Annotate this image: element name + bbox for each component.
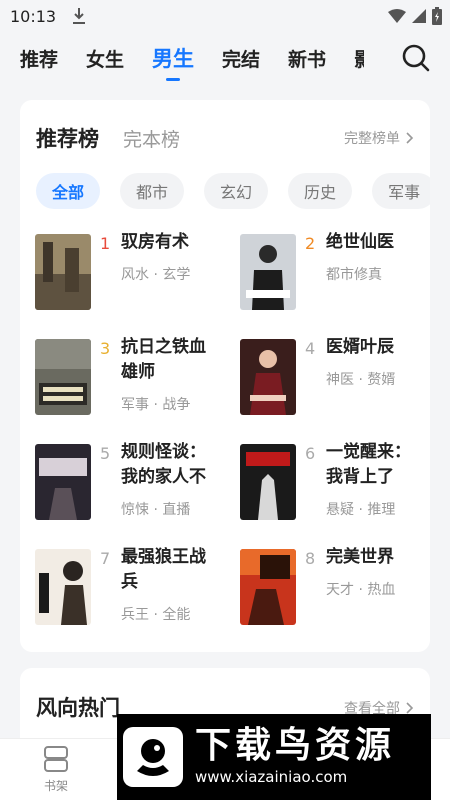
book-tags: 悬疑 · 推理 — [326, 502, 396, 518]
rank-number: 6 — [305, 444, 316, 463]
tab-female[interactable]: 女生 — [86, 45, 124, 72]
book-tags: 神医 · 赘婿 — [326, 372, 396, 388]
tab-recommend[interactable]: 推荐 — [20, 45, 58, 72]
book-item[interactable]: 4 医婿叶辰 神医 · 赘婿 — [240, 337, 430, 419]
book-item[interactable]: 1 驭房有术 风水 · 玄学 — [35, 232, 225, 314]
battery-icon — [432, 7, 442, 25]
tab-bookshelf[interactable]: 书架 — [36, 745, 76, 794]
book-tags: 惊悚 · 直播 — [121, 502, 191, 518]
book-item[interactable]: 7 最强狼王战兵 兵王 · 全能 — [35, 547, 225, 629]
book-title: 抗日之铁血雄师 — [121, 337, 206, 382]
chip-all[interactable]: 全部 — [36, 173, 101, 209]
book-title: 绝世仙医 — [326, 232, 394, 252]
rank-number: 3 — [100, 339, 111, 358]
bird-logo-icon — [123, 727, 183, 787]
book-item[interactable]: 5 规则怪谈：我的家人不 惊悚 · 直播 — [35, 442, 225, 524]
download-icon — [73, 8, 86, 24]
book-title: 完美世界 — [326, 547, 394, 567]
book-title: 规则怪谈：我的家人不 — [121, 442, 206, 487]
book-cover — [35, 234, 91, 310]
watermark-text: 下载鸟资源 www.xiazainiao.com — [195, 726, 395, 788]
watermark-url: www.xiazainiao.com — [195, 768, 348, 786]
tab-male[interactable]: 男生 — [152, 43, 194, 81]
ranking-card: 推荐榜 完本榜 完整榜单 全部 都市 玄幻 历史 军事 1 驭房有术 风水 · … — [20, 100, 430, 652]
hot-trends-title: 风向热门 — [36, 696, 120, 720]
status-icons — [388, 7, 442, 25]
book-cover — [35, 549, 91, 625]
book-title: 最强狼王战兵 — [121, 547, 206, 592]
wifi-icon — [388, 9, 406, 23]
book-item[interactable]: 2 绝世仙医 都市修真 — [240, 232, 430, 314]
tab-new-books[interactable]: 新书 — [288, 45, 326, 72]
tab-completed[interactable]: 完结 — [222, 45, 260, 72]
tab-partial[interactable]: 影 — [354, 45, 364, 72]
book-cover — [240, 549, 296, 625]
book-tags: 兵王 · 全能 — [121, 607, 191, 623]
category-tabs: 推荐 女生 男生 完结 新书 影 — [0, 32, 450, 84]
rank-number: 2 — [305, 234, 316, 253]
book-cover — [240, 339, 296, 415]
status-time: 10:13 — [10, 6, 57, 26]
bookshelf-icon — [44, 746, 68, 772]
book-tags: 军事 · 战争 — [121, 397, 191, 413]
book-item[interactable]: 3 抗日之铁血雄师 军事 · 战争 — [35, 337, 225, 419]
genre-chips: 全部 都市 玄幻 历史 军事 — [36, 173, 430, 209]
book-cover — [35, 339, 91, 415]
book-title: 一觉醒来：我背上了 — [326, 442, 411, 487]
tab-bookshelf-label: 书架 — [43, 779, 68, 793]
book-item[interactable]: 8 完美世界 天才 · 热血 — [240, 547, 430, 629]
book-title: 驭房有术 — [121, 232, 189, 252]
chip-military[interactable]: 军事 — [372, 173, 430, 209]
book-title: 医婿叶辰 — [326, 337, 394, 357]
chip-history[interactable]: 历史 — [288, 173, 353, 209]
chevron-right-icon — [406, 132, 414, 144]
search-icon[interactable] — [402, 44, 430, 72]
ranking-header: 推荐榜 完本榜 完整榜单 — [36, 122, 414, 154]
book-cover — [240, 234, 296, 310]
watermark-banner: 下载鸟资源 www.xiazainiao.com — [117, 714, 431, 800]
book-tags: 天才 · 热血 — [326, 582, 396, 598]
watermark-title: 下载鸟资源 — [195, 725, 396, 766]
chip-fantasy[interactable]: 玄幻 — [204, 173, 269, 209]
chevron-right-icon — [406, 702, 414, 714]
full-ranking-label: 完整榜单 — [344, 131, 400, 147]
full-ranking-link[interactable]: 完整榜单 — [344, 128, 414, 148]
tab-recommend-ranking[interactable]: 推荐榜 — [36, 123, 99, 153]
rank-number: 7 — [100, 549, 111, 568]
rank-number: 5 — [100, 444, 111, 463]
book-item[interactable]: 6 一觉醒来：我背上了 悬疑 · 推理 — [240, 442, 430, 524]
signal-icon — [412, 9, 426, 23]
tab-completed-ranking[interactable]: 完本榜 — [123, 125, 180, 152]
rank-number: 1 — [100, 234, 111, 253]
rank-number: 4 — [305, 339, 316, 358]
status-bar: 10:13 — [0, 0, 450, 32]
rank-number: 8 — [305, 549, 316, 568]
book-cover — [240, 444, 296, 520]
book-cover — [35, 444, 91, 520]
chip-urban[interactable]: 都市 — [120, 173, 185, 209]
book-tags: 都市修真 — [326, 267, 382, 283]
book-tags: 风水 · 玄学 — [121, 267, 191, 283]
